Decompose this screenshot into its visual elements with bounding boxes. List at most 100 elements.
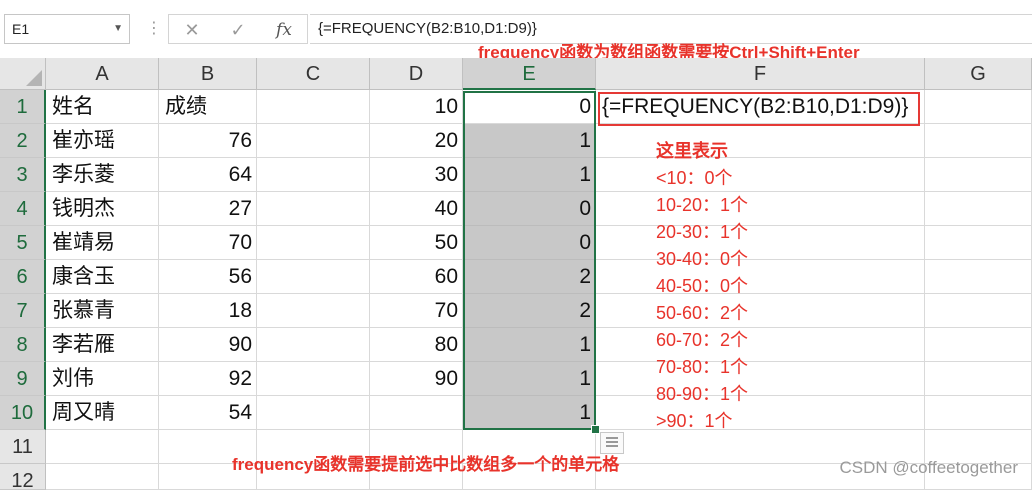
cell-d3[interactable]: 30 bbox=[370, 158, 463, 192]
cell-c3[interactable] bbox=[257, 158, 370, 192]
cell-b9[interactable]: 92 bbox=[159, 362, 257, 396]
cell-f3[interactable] bbox=[596, 158, 925, 192]
column-header-g[interactable]: G bbox=[925, 58, 1032, 90]
fill-handle[interactable] bbox=[591, 425, 600, 434]
cell-a4[interactable]: 钱明杰 bbox=[46, 192, 159, 226]
cell-g5[interactable] bbox=[925, 226, 1032, 260]
row-header-9[interactable]: 9 bbox=[0, 362, 46, 396]
row-header-6[interactable]: 6 bbox=[0, 260, 46, 294]
cell-b8[interactable]: 90 bbox=[159, 328, 257, 362]
cell-e1[interactable]: 0 bbox=[463, 90, 596, 124]
cell-a11[interactable] bbox=[46, 430, 159, 464]
cell-a6[interactable]: 康含玉 bbox=[46, 260, 159, 294]
cell-d10[interactable] bbox=[370, 396, 463, 430]
cell-f8[interactable] bbox=[596, 328, 925, 362]
name-box[interactable]: E1 ▼ bbox=[4, 14, 130, 44]
cell-e7[interactable]: 2 bbox=[463, 294, 596, 328]
cell-a8[interactable]: 李若雁 bbox=[46, 328, 159, 362]
cell-b5[interactable]: 70 bbox=[159, 226, 257, 260]
cell-g10[interactable] bbox=[925, 396, 1032, 430]
cell-c9[interactable] bbox=[257, 362, 370, 396]
cell-d9[interactable]: 90 bbox=[370, 362, 463, 396]
cell-b10[interactable]: 54 bbox=[159, 396, 257, 430]
cell-e10[interactable]: 1 bbox=[463, 396, 596, 430]
cell-c5[interactable] bbox=[257, 226, 370, 260]
row-header-5[interactable]: 5 bbox=[0, 226, 46, 260]
cell-e3[interactable]: 1 bbox=[463, 158, 596, 192]
cell-d7[interactable]: 70 bbox=[370, 294, 463, 328]
cell-f5[interactable] bbox=[596, 226, 925, 260]
cell-c10[interactable] bbox=[257, 396, 370, 430]
cell-e9[interactable]: 1 bbox=[463, 362, 596, 396]
cell-c2[interactable] bbox=[257, 124, 370, 158]
row-header-11[interactable]: 11 bbox=[0, 430, 46, 464]
cell-b7[interactable]: 18 bbox=[159, 294, 257, 328]
cell-e4[interactable]: 0 bbox=[463, 192, 596, 226]
column-header-a[interactable]: A bbox=[46, 58, 159, 90]
cell-f4[interactable] bbox=[596, 192, 925, 226]
cell-c1[interactable] bbox=[257, 90, 370, 124]
cell-b3[interactable]: 64 bbox=[159, 158, 257, 192]
cell-a2[interactable]: 崔亦瑶 bbox=[46, 124, 159, 158]
row-header-12[interactable]: 12 bbox=[0, 464, 46, 492]
select-all-corner[interactable] bbox=[0, 58, 46, 90]
row-header-8[interactable]: 8 bbox=[0, 328, 46, 362]
row-header-4[interactable]: 4 bbox=[0, 192, 46, 226]
cell-f2[interactable] bbox=[596, 124, 925, 158]
cell-a1[interactable]: 姓名 bbox=[46, 90, 159, 124]
row-header-7[interactable]: 7 bbox=[0, 294, 46, 328]
cell-f6[interactable] bbox=[596, 260, 925, 294]
row-header-1[interactable]: 1 bbox=[0, 90, 46, 124]
cell-g7[interactable] bbox=[925, 294, 1032, 328]
cell-b2[interactable]: 76 bbox=[159, 124, 257, 158]
column-header-d[interactable]: D bbox=[370, 58, 463, 90]
column-header-f[interactable]: F bbox=[596, 58, 925, 90]
cell-d8[interactable]: 80 bbox=[370, 328, 463, 362]
cell-g6[interactable] bbox=[925, 260, 1032, 294]
cell-c4[interactable] bbox=[257, 192, 370, 226]
cell-d2[interactable]: 20 bbox=[370, 124, 463, 158]
cell-e8[interactable]: 1 bbox=[463, 328, 596, 362]
cell-c7[interactable] bbox=[257, 294, 370, 328]
cell-g9[interactable] bbox=[925, 362, 1032, 396]
cell-g8[interactable] bbox=[925, 328, 1032, 362]
row-header-3[interactable]: 3 bbox=[0, 158, 46, 192]
column-header-c[interactable]: C bbox=[257, 58, 370, 90]
cell-f9[interactable] bbox=[596, 362, 925, 396]
cell-a10[interactable]: 周又晴 bbox=[46, 396, 159, 430]
cell-b6[interactable]: 56 bbox=[159, 260, 257, 294]
chevron-down-icon[interactable]: ▼ bbox=[113, 23, 123, 34]
cell-d1[interactable]: 10 bbox=[370, 90, 463, 124]
cell-e6[interactable]: 2 bbox=[463, 260, 596, 294]
row-header-2[interactable]: 2 bbox=[0, 124, 46, 158]
cell-g1[interactable] bbox=[925, 90, 1032, 124]
cell-c6[interactable] bbox=[257, 260, 370, 294]
cell-b4[interactable]: 27 bbox=[159, 192, 257, 226]
insert-function-icon[interactable]: fx bbox=[269, 19, 299, 41]
row-header-10[interactable]: 10 bbox=[0, 396, 46, 430]
cell-g4[interactable] bbox=[925, 192, 1032, 226]
cell-a3[interactable]: 李乐菱 bbox=[46, 158, 159, 192]
cell-e2[interactable]: 1 bbox=[463, 124, 596, 158]
cell-g3[interactable] bbox=[925, 158, 1032, 192]
cell-f7[interactable] bbox=[596, 294, 925, 328]
cell-d4[interactable]: 40 bbox=[370, 192, 463, 226]
cell-b1[interactable]: 成绩 bbox=[159, 90, 257, 124]
cell-c8[interactable] bbox=[257, 328, 370, 362]
enter-icon[interactable]: ✓ bbox=[223, 19, 253, 41]
cell-a5[interactable]: 崔靖易 bbox=[46, 226, 159, 260]
cell-a12[interactable] bbox=[46, 464, 159, 490]
cell-a9[interactable]: 刘伟 bbox=[46, 362, 159, 396]
cell-g2[interactable] bbox=[925, 124, 1032, 158]
watermark: CSDN @coffeetogether bbox=[839, 458, 1018, 477]
column-header-b[interactable]: B bbox=[159, 58, 257, 90]
cell-f1[interactable]: {=FREQUENCY(B2:B10,D1:D9)} bbox=[596, 90, 925, 124]
cancel-icon[interactable]: ✕ bbox=[177, 19, 207, 41]
cell-d6[interactable]: 60 bbox=[370, 260, 463, 294]
cell-f10[interactable] bbox=[596, 396, 925, 430]
quick-analysis-icon[interactable] bbox=[600, 432, 624, 454]
cell-a7[interactable]: 张慕青 bbox=[46, 294, 159, 328]
column-header-e[interactable]: E bbox=[463, 58, 596, 90]
cell-e5[interactable]: 0 bbox=[463, 226, 596, 260]
cell-d5[interactable]: 50 bbox=[370, 226, 463, 260]
